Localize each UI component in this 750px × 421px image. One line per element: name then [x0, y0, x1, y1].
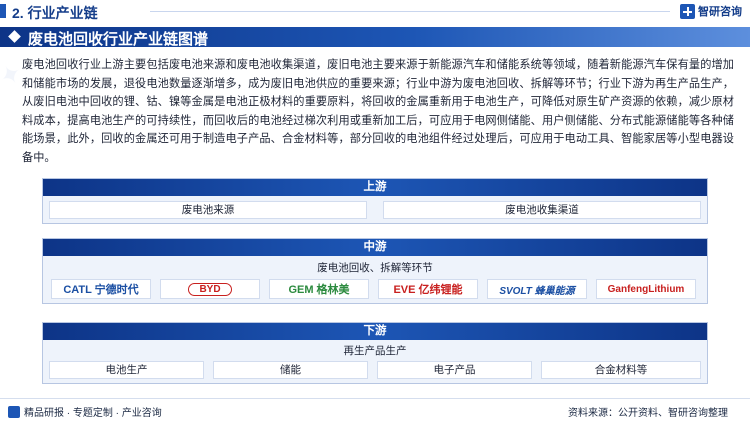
- title-banner: 废电池回收行业产业链图谱: [0, 27, 750, 48]
- upstream-item-source: 废电池来源: [49, 201, 367, 219]
- footer-tagline-text: 精品研报 · 专题定制 · 产业咨询: [24, 408, 162, 419]
- logo-ganfeng-text: GanfengLithium: [607, 283, 685, 295]
- midstream-header: 中游: [43, 239, 707, 256]
- downstream-header: 下游: [43, 323, 707, 340]
- intro-paragraph: 废电池回收行业上游主要包括废电池来源和废电池收集渠道，废旧电池主要来源于新能源汽…: [22, 59, 734, 164]
- downstream-item-electronics: 电子产品: [377, 361, 532, 379]
- top-header: 2. 行业产业链 智研咨询: [0, 0, 750, 24]
- footer-logo-icon: [8, 405, 20, 418]
- logo-catl-text: CATL 宁德时代: [63, 284, 139, 296]
- upstream-item-channel: 废电池收集渠道: [383, 201, 701, 219]
- logo-gem-text: GEM 格林美: [288, 284, 350, 296]
- footer-tagline: 精品研报 · 专题定制 · 产业咨询: [8, 404, 162, 419]
- footer: 精品研报 · 专题定制 · 产业咨询 资料来源：公开资料、智研咨询整理: [0, 398, 750, 421]
- logo-gem: GEM 格林美: [269, 279, 369, 299]
- logo-svolt: SVOLT 蜂巢能源: [487, 279, 587, 299]
- logo-catl: CATL 宁德时代: [51, 279, 151, 299]
- midstream-subtitle: 废电池回收、拆解等环节: [317, 262, 433, 274]
- upstream-panel: 上游 废电池来源 废电池收集渠道: [42, 178, 708, 224]
- brand: 智研咨询: [680, 2, 742, 20]
- downstream-item-storage: 储能: [213, 361, 368, 379]
- header-divider: [150, 11, 670, 12]
- logo-byd: BYD: [160, 279, 260, 299]
- logo-eve-text: EVE 亿纬锂能: [393, 284, 463, 296]
- footer-divider: [0, 398, 750, 399]
- header-accent-bar: [0, 4, 6, 18]
- brand-logo-icon: [680, 3, 695, 19]
- page-title: 废电池回收行业产业链图谱: [28, 31, 209, 48]
- logo-byd-text: BYD: [188, 282, 232, 296]
- logo-svolt-text: SVOLT 蜂巢能源: [499, 285, 575, 297]
- upstream-header: 上游: [43, 179, 707, 196]
- downstream-subtitle: 再生产品生产: [343, 345, 407, 357]
- downstream-item-battery: 电池生产: [49, 361, 204, 379]
- downstream-item-alloy: 合金材料等: [541, 361, 701, 379]
- logo-ganfeng: GanfengLithium: [596, 279, 696, 299]
- logo-eve: EVE 亿纬锂能: [378, 279, 478, 299]
- source-note: 资料来源：公开资料、智研咨询整理: [568, 408, 728, 419]
- midstream-panel: 中游 废电池回收、拆解等环节 CATL 宁德时代 BYD GEM 格林美 EVE…: [42, 238, 708, 304]
- downstream-panel: 下游 再生产品生产 电池生产 储能 电子产品 合金材料等: [42, 322, 708, 384]
- section-title: 2. 行业产业链: [12, 5, 98, 21]
- brand-name: 智研咨询: [698, 6, 742, 18]
- diamond-icon: [8, 30, 21, 43]
